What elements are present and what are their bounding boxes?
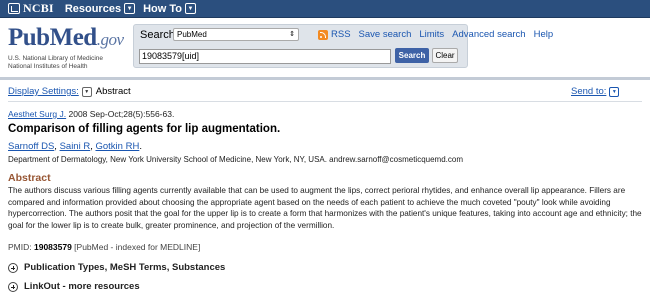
journal-link[interactable]: Aesthet Surg J. (8, 109, 66, 119)
author-list: Sarnoff DS, Saini R, Gotkin RH. (8, 141, 142, 152)
logo-gov: .gov (96, 30, 124, 49)
author-link[interactable]: Sarnoff DS (8, 141, 54, 152)
top-nav: Resources ▼ How To ▼ (65, 3, 204, 15)
resources-menu-label: Resources (64, 2, 122, 15)
citation-details: 2008 Sep-Oct;28(5):556-63. (66, 109, 175, 119)
ncbi-logo[interactable]: NCBI (8, 1, 54, 16)
rss-link[interactable]: RSS (331, 29, 351, 40)
select-arrows-icon: ⇕ (289, 31, 295, 38)
logo-subtitle-1: U.S. National Library of Medicine (8, 55, 104, 62)
ncbi-logo-icon (8, 3, 20, 14)
how-to-menu-label: How To (143, 2, 182, 15)
expander-label: LinkOut - more resources (24, 281, 140, 292)
ncbi-top-bar: NCBI Resources ▼ How To ▼ (0, 0, 650, 18)
linkout-expander[interactable]: LinkOut - more resources (8, 281, 140, 292)
citation: Aesthet Surg J. 2008 Sep-Oct;28(5):556-6… (8, 109, 174, 119)
abstract-heading: Abstract (8, 172, 51, 184)
search-button[interactable]: Search (395, 48, 429, 63)
header-links: RSS Save search Limits Advanced search H… (318, 29, 561, 40)
ncbi-logo-text: NCBI (23, 1, 54, 15)
send-to-label: Send to: (571, 86, 607, 97)
resources-menu[interactable]: Resources ▼ (64, 2, 136, 15)
toolbar-divider (8, 101, 642, 102)
display-settings: Display Settings: ▼ Abstract (8, 86, 131, 97)
pmid-label: PMID: (8, 242, 34, 252)
pubmed-header: PubMed.gov U.S. National Library of Medi… (0, 19, 650, 75)
rss-icon[interactable] (318, 29, 328, 40)
header-divider (0, 77, 650, 80)
pubmed-logo[interactable]: PubMed.gov U.S. National Library of Medi… (8, 25, 124, 71)
chevron-down-icon: ▼ (609, 86, 620, 97)
expander-label: Publication Types, MeSH Terms, Substance… (24, 262, 226, 273)
pmid-note: [PubMed - indexed for MEDLINE] (71, 242, 201, 252)
logo-subtitle-2: National Institutes of Health (8, 63, 88, 70)
database-select-value: PubMed (177, 30, 207, 39)
database-select[interactable]: PubMed ⇕ (173, 28, 299, 41)
abstract-text: The authors discuss various filling agen… (8, 186, 642, 230)
plus-icon (8, 281, 18, 292)
chevron-down-icon: ▼ (124, 3, 136, 14)
logo-med: Med (49, 24, 98, 51)
publication-types-expander[interactable]: Publication Types, MeSH Terms, Substance… (8, 262, 225, 273)
article-title: Comparison of filling agents for lip aug… (8, 123, 281, 135)
plus-icon (8, 262, 18, 273)
limits-link[interactable]: Limits (419, 29, 444, 40)
logo-pub: Pub (8, 24, 50, 51)
display-settings-value: Abstract (95, 86, 131, 97)
pubmed-wordmark: PubMed.gov (8, 25, 124, 53)
advanced-search-link[interactable]: Advanced search (452, 29, 525, 40)
search-input[interactable]: 19083579[uid] (139, 49, 391, 64)
author-link[interactable]: Gotkin RH (95, 141, 139, 152)
save-search-link[interactable]: Save search (359, 29, 412, 40)
affiliation: Department of Dermatology, New York Univ… (8, 155, 463, 164)
clear-button[interactable]: Clear (432, 48, 458, 63)
help-link[interactable]: Help (534, 29, 554, 40)
pmid-value: 19083579 (33, 242, 72, 252)
chevron-down-icon: ▼ (184, 3, 196, 14)
author-link[interactable]: Saini R (60, 141, 91, 152)
display-settings-link[interactable]: Display Settings: (8, 86, 79, 97)
how-to-menu[interactable]: How To ▼ (143, 3, 196, 15)
pmid-line: PMID: 19083579 [PubMed - indexed for MED… (8, 242, 200, 252)
send-to-menu[interactable]: Send to: ▼ (571, 86, 620, 97)
chevron-down-icon[interactable]: ▼ (81, 86, 92, 97)
